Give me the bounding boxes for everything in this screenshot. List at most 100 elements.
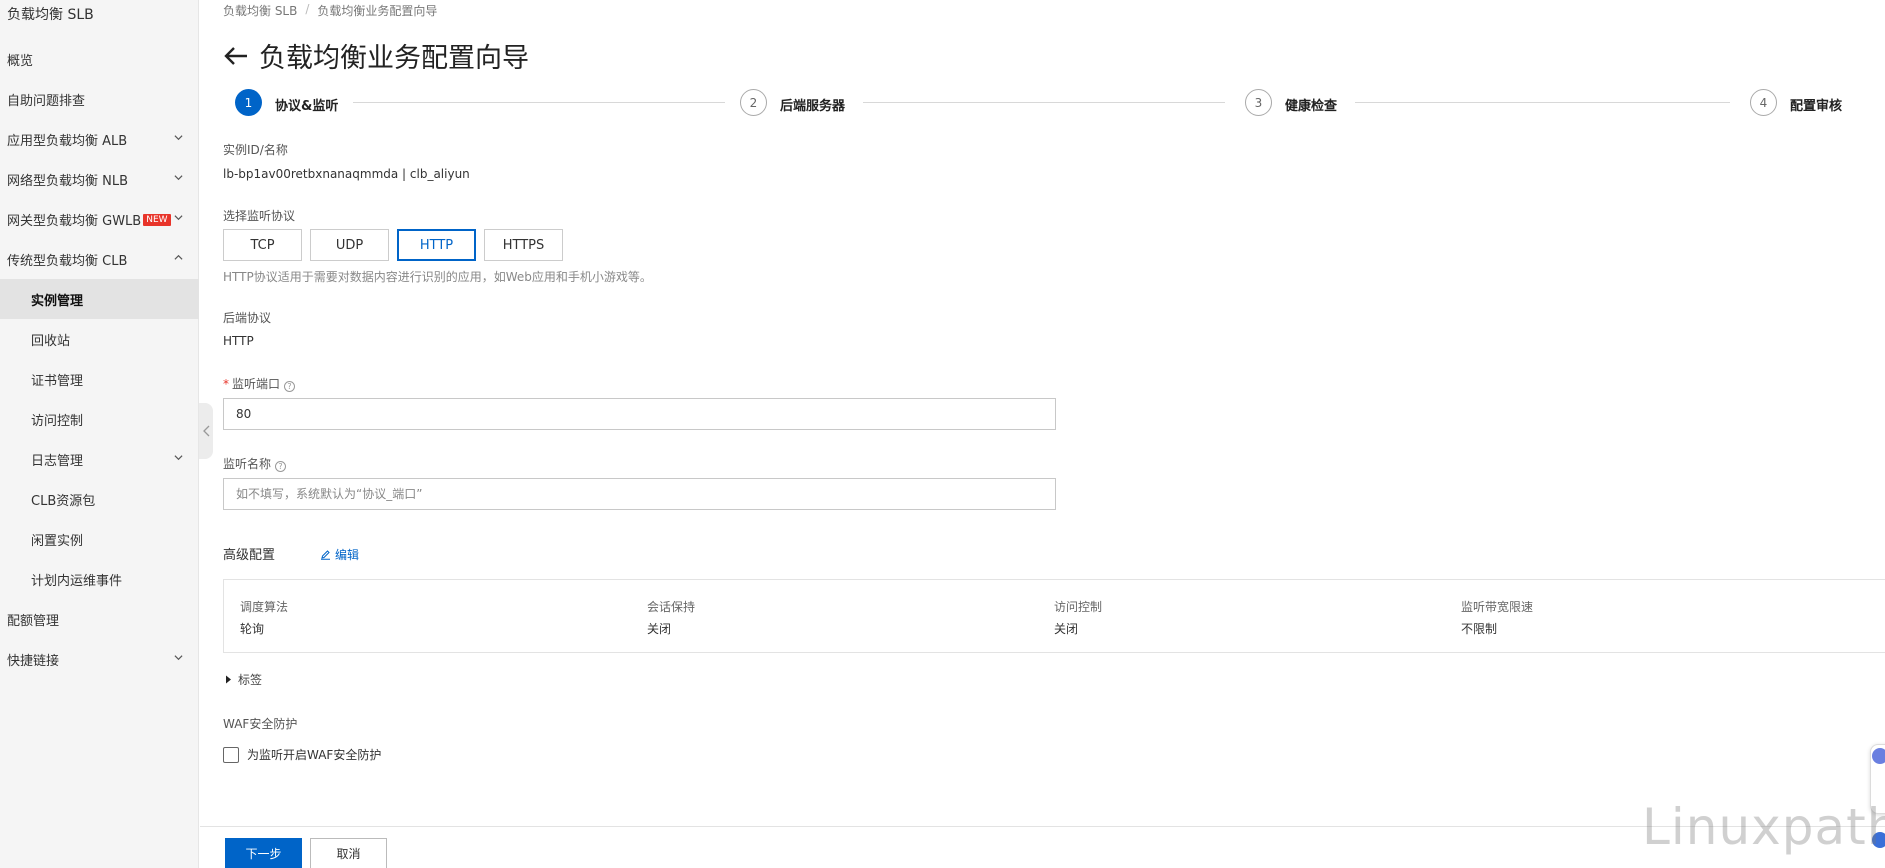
next-button[interactable]: 下一步 <box>225 838 302 868</box>
sidebar-item-label: 应用型负载均衡 ALB <box>7 133 128 149</box>
wizard-steps: 1 协议&监听 2 后端服务器 3 健康检查 4 配置审核 <box>235 89 1885 119</box>
sidebar-item-label: 闲置实例 <box>31 533 84 549</box>
backend-protocol-value: HTTP <box>223 334 254 348</box>
page-header: 负载均衡业务配置向导 <box>223 36 529 75</box>
advanced-field-key: 访问控制 <box>1054 600 1103 614</box>
back-arrow-icon[interactable] <box>223 46 249 66</box>
tags-toggle[interactable]: 标签 <box>225 671 262 688</box>
edit-link-label: 编辑 <box>335 548 360 562</box>
chevron-down-icon <box>174 455 183 461</box>
sidebar-item-instance-management[interactable]: 实例管理 <box>0 279 199 319</box>
sidebar-item-access-control[interactable]: 访问控制 <box>0 399 199 439</box>
waf-checkbox-row[interactable]: 为监听开启WAF安全防护 <box>223 746 381 763</box>
breadcrumb-root[interactable]: 负载均衡 SLB <box>223 2 297 19</box>
tags-label: 标签 <box>238 673 263 687</box>
step-3-indicator: 3 <box>1245 89 1272 116</box>
protocol-http-button[interactable]: HTTP <box>397 229 476 261</box>
advanced-field-key: 会话保持 <box>647 600 696 614</box>
step-1-indicator: 1 <box>235 89 262 116</box>
chevron-up-icon <box>174 254 183 260</box>
sidebar-item-quota[interactable]: 配额管理 <box>0 599 199 639</box>
step-4-indicator: 4 <box>1750 89 1777 116</box>
sidebar-item-label: 网关型负载均衡 GWLB <box>7 213 142 229</box>
protocol-selector: TCP UDP HTTP HTTPS <box>223 229 563 261</box>
sidebar-item-recycle-bin[interactable]: 回收站 <box>0 319 199 359</box>
required-mark: * <box>223 377 229 391</box>
sidebar-item-maintenance-events[interactable]: 计划内运维事件 <box>0 559 199 599</box>
assistant-badge-icon <box>1872 832 1885 848</box>
step-3-label: 健康检查 <box>1285 99 1338 114</box>
cancel-button[interactable]: 取消 <box>310 838 387 868</box>
step-2-indicator: 2 <box>740 89 767 116</box>
protocol-help-text: HTTP协议适用于需要对数据内容进行识别的应用，如Web应用和手机小游戏等。 <box>223 270 652 284</box>
sidebar-item-self-diagnosis[interactable]: 自助问题排查 <box>0 79 199 119</box>
advanced-field-key: 监听带宽限速 <box>1461 600 1534 614</box>
assistant-icon[interactable] <box>1872 748 1885 764</box>
help-icon[interactable]: ? <box>284 381 296 392</box>
step-connector <box>1355 102 1730 103</box>
waf-title: WAF安全防护 <box>223 717 298 731</box>
sidebar-item-resource-packs[interactable]: CLB资源包 <box>0 479 199 519</box>
advanced-field-value: 关闭 <box>647 622 672 636</box>
new-badge: NEW <box>143 214 171 226</box>
sidebar-item-label: 概览 <box>7 53 34 69</box>
breadcrumb: 负载均衡 SLB / 负载均衡业务配置向导 <box>223 2 437 19</box>
advanced-field-value: 不限制 <box>1461 622 1498 636</box>
backend-protocol-label: 后端协议 <box>223 311 272 325</box>
sidebar-item-logs[interactable]: 日志管理 <box>0 439 199 479</box>
protocol-udp-button[interactable]: UDP <box>310 229 389 261</box>
step-1-label: 协议&监听 <box>275 99 339 114</box>
sidebar-item-certificates[interactable]: 证书管理 <box>0 359 199 399</box>
chevron-down-icon <box>174 655 183 661</box>
page-title: 负载均衡业务配置向导 <box>259 43 529 74</box>
sidebar-item-alb[interactable]: 应用型负载均衡 ALB <box>0 119 199 159</box>
chevron-down-icon <box>174 215 183 221</box>
sidebar-item-label: 访问控制 <box>31 413 84 429</box>
edit-icon <box>321 550 330 560</box>
sidebar-item-label: 快捷链接 <box>7 653 60 669</box>
help-icon[interactable]: ? <box>275 461 287 472</box>
protocol-tcp-button[interactable]: TCP <box>223 229 302 261</box>
sidebar-item-gwlb[interactable]: 网关型负载均衡 GWLB NEW <box>0 199 199 239</box>
sidebar-item-quick-links[interactable]: 快捷链接 <box>0 639 199 679</box>
sidebar-item-label: 回收站 <box>31 333 71 349</box>
protocol-label: 选择监听协议 <box>223 209 296 223</box>
sidebar-item-nlb[interactable]: 网络型负载均衡 NLB <box>0 159 199 199</box>
sidebar-item-idle-instances[interactable]: 闲置实例 <box>0 519 199 559</box>
advanced-field-value: 轮询 <box>240 622 265 636</box>
listener-name-input[interactable] <box>223 478 1056 510</box>
sidebar-title: 负载均衡 SLB <box>7 7 94 23</box>
advanced-field: 会话保持 关闭 <box>647 598 695 637</box>
chevron-down-icon <box>174 135 183 141</box>
sidebar-item-label: 计划内运维事件 <box>31 573 123 589</box>
listener-name-label-text: 监听名称 <box>223 457 272 471</box>
sidebar-item-label: 实例管理 <box>31 293 84 309</box>
port-input[interactable] <box>223 398 1056 430</box>
step-2-label: 后端服务器 <box>780 99 846 114</box>
listener-name-label: 监听名称? <box>223 455 287 472</box>
advanced-config-title: 高级配置 <box>223 548 276 563</box>
waf-checkbox-label: 为监听开启WAF安全防护 <box>247 748 382 762</box>
form-footer: 下一步 取消 <box>200 826 1885 868</box>
sidebar-item-label: 传统型负载均衡 CLB <box>7 253 128 269</box>
step-connector <box>353 102 725 103</box>
breadcrumb-separator: / <box>305 2 310 16</box>
breadcrumb-current: 负载均衡业务配置向导 <box>317 4 438 18</box>
port-label-text: 监听端口 <box>232 377 281 391</box>
waf-checkbox[interactable] <box>223 746 239 763</box>
advanced-edit-link[interactable]: 编辑 <box>320 546 359 563</box>
main-content: 负载均衡 SLB / 负载均衡业务配置向导 负载均衡业务配置向导 1 协议&监听… <box>200 0 1885 868</box>
advanced-field: 访问控制 关闭 <box>1054 598 1102 637</box>
step-4-label: 配置审核 <box>1790 99 1843 114</box>
sidebar-item-label: CLB资源包 <box>31 493 96 509</box>
step-connector <box>863 102 1225 103</box>
advanced-field: 监听带宽限速 不限制 <box>1461 598 1533 637</box>
sidebar-item-overview[interactable]: 概览 <box>0 39 199 79</box>
sidebar-item-label: 日志管理 <box>31 453 84 469</box>
protocol-https-button[interactable]: HTTPS <box>484 229 563 261</box>
instance-value: lb-bp1av00retbxnanaqmmda | clb_aliyun <box>223 167 470 181</box>
chevron-down-icon <box>174 175 183 181</box>
sidebar-item-clb[interactable]: 传统型负载均衡 CLB <box>0 239 199 279</box>
sidebar-item-label: 自助问题排查 <box>7 93 86 109</box>
sidebar: 负载均衡 SLB 概览 自助问题排查 应用型负载均衡 ALB 网络型负载均衡 N… <box>0 0 199 868</box>
